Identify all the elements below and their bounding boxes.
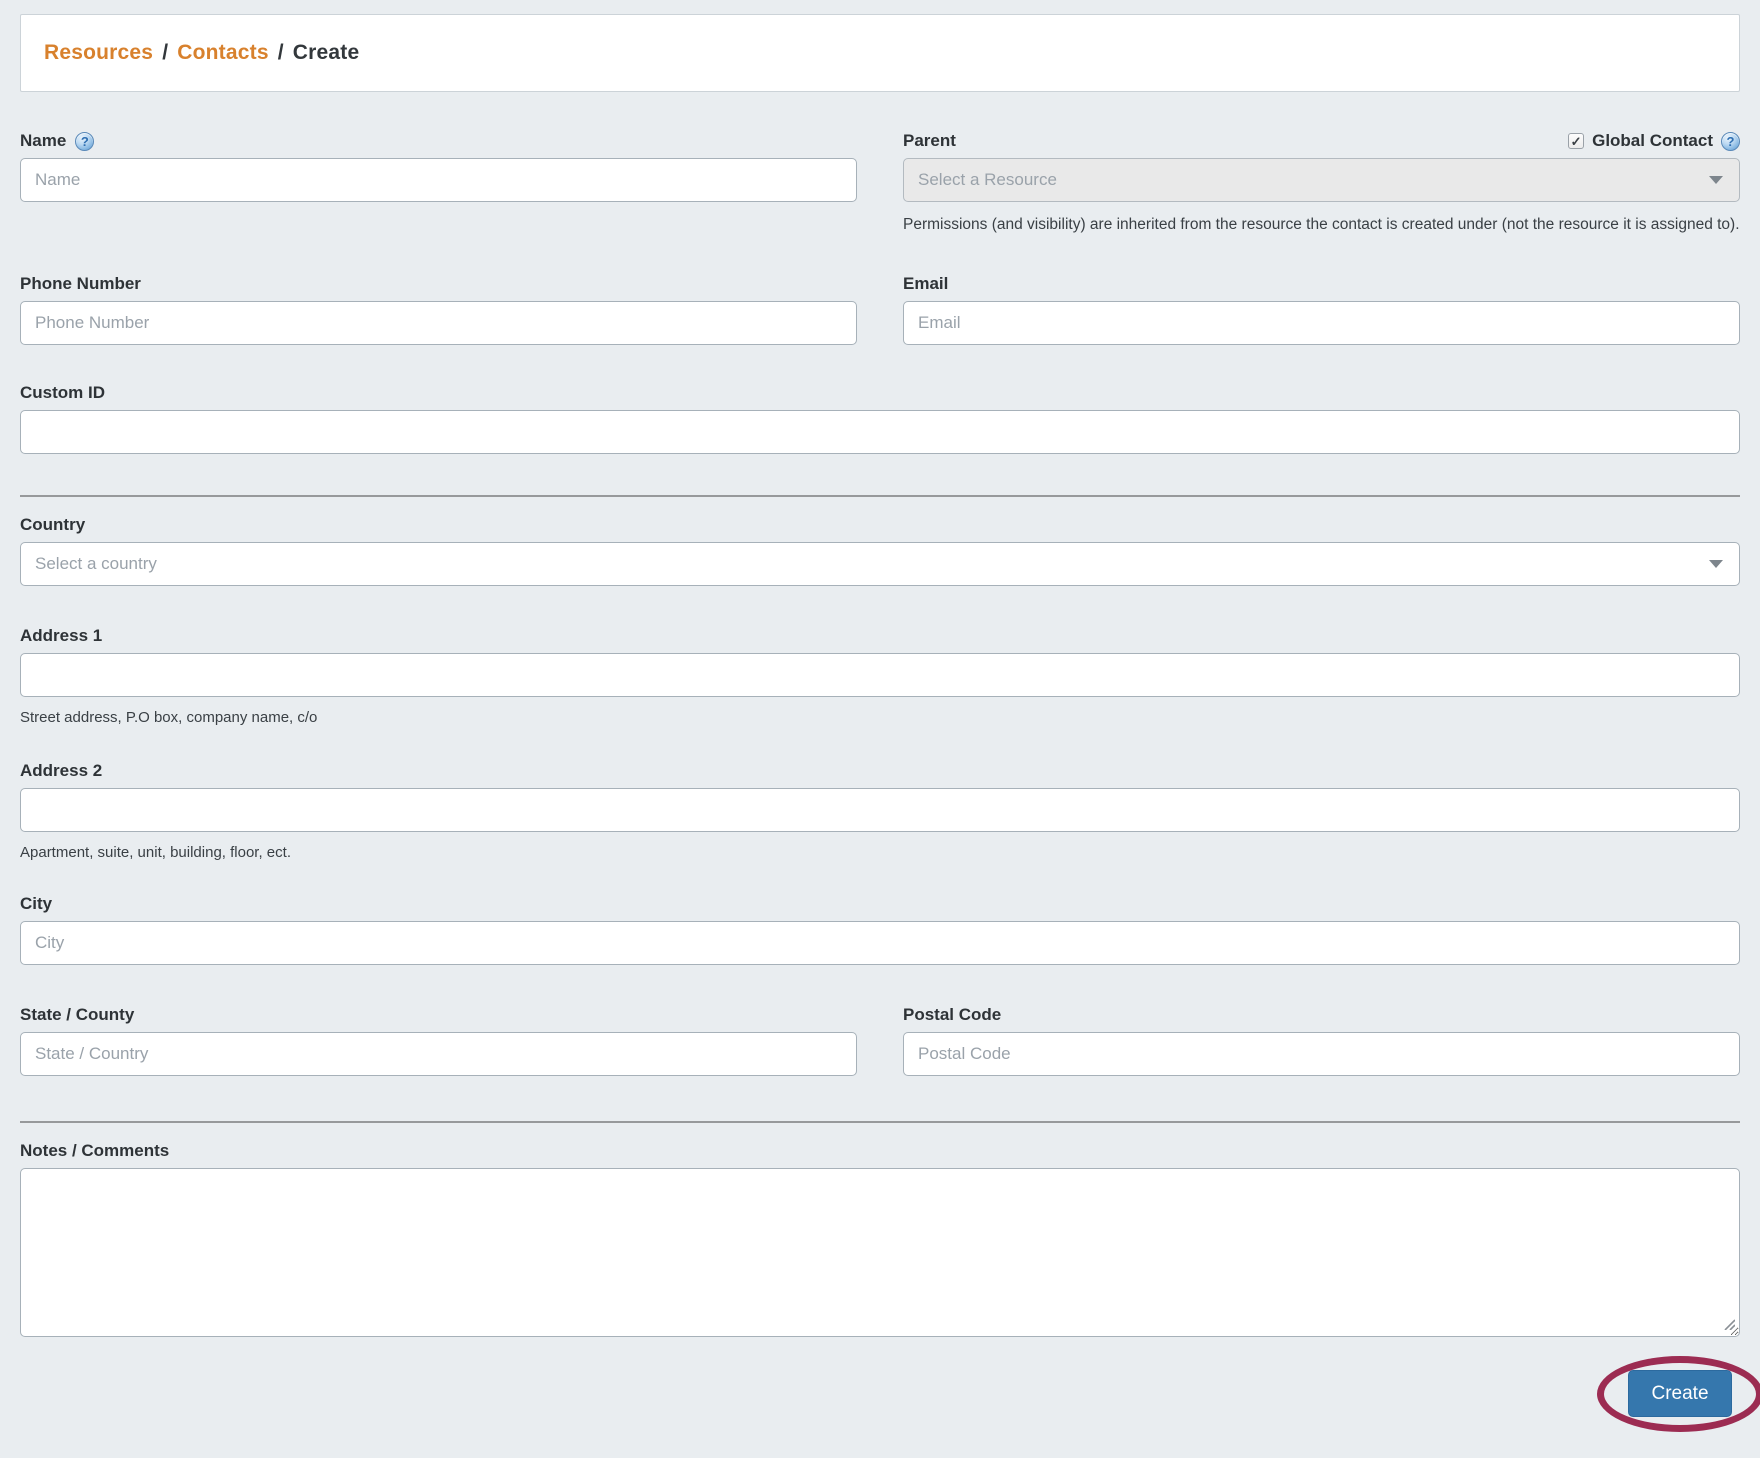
name-label: Name — [20, 131, 67, 150]
address2-helper-text: Apartment, suite, unit, building, floor,… — [20, 844, 291, 861]
help-icon[interactable]: ? — [75, 131, 95, 151]
custom-id-input[interactable] — [20, 410, 1740, 454]
parent-select-value: Select a Resource — [918, 170, 1057, 189]
state-county-label: State / County — [20, 1005, 135, 1024]
country-label: Country — [20, 515, 86, 534]
phone-label: Phone Number — [20, 274, 141, 293]
help-icon[interactable]: ? — [1721, 131, 1740, 151]
chevron-down-icon — [1709, 560, 1723, 568]
address2-label: Address 2 — [20, 761, 103, 780]
breadcrumb-separator: / — [277, 41, 284, 64]
state-county-input[interactable] — [20, 1032, 857, 1076]
breadcrumb: Resources / Contacts / Create — [44, 41, 359, 65]
postal-code-label: Postal Code — [903, 1005, 1002, 1024]
section-divider — [20, 1121, 1740, 1123]
global-contact-checkbox[interactable]: ✓ — [1568, 133, 1585, 149]
address1-input[interactable] — [20, 653, 1740, 697]
custom-id-label: Custom ID — [20, 383, 105, 402]
create-contact-page: Resources / Contacts / Create Name ? Par… — [0, 0, 1760, 1458]
parent-select[interactable]: Select a Resource — [903, 158, 1740, 202]
postal-code-input[interactable] — [903, 1032, 1740, 1076]
city-label: City — [20, 894, 53, 913]
email-label: Email — [903, 274, 949, 293]
chevron-down-icon — [1709, 176, 1723, 184]
country-select-value: Select a country — [35, 554, 157, 573]
city-input[interactable] — [20, 921, 1740, 965]
parent-label: Parent — [903, 131, 956, 150]
notes-comments-label: Notes / Comments — [20, 1141, 170, 1160]
notes-comments-textarea[interactable] — [20, 1168, 1740, 1337]
name-input[interactable] — [20, 158, 857, 202]
breadcrumb-contacts[interactable]: Contacts — [177, 41, 268, 65]
create-button[interactable]: Create — [1628, 1370, 1732, 1417]
global-contact-group: ✓ Global Contact ? — [1568, 131, 1740, 151]
address2-input[interactable] — [20, 788, 1740, 832]
country-select[interactable]: Select a country — [20, 542, 1740, 586]
breadcrumb-create: Create — [292, 41, 360, 64]
global-contact-label: Global Contact — [1592, 131, 1713, 150]
phone-input[interactable] — [20, 301, 857, 345]
parent-permissions-note: Permissions (and visibility) are inherit… — [903, 216, 1740, 233]
breadcrumb-resources[interactable]: Resources — [44, 41, 153, 65]
breadcrumb-panel: Resources / Contacts / Create — [20, 14, 1740, 92]
address1-helper-text: Street address, P.O box, company name, c… — [20, 709, 318, 726]
breadcrumb-separator: / — [162, 41, 169, 64]
address1-label: Address 1 — [20, 626, 103, 645]
section-divider — [20, 495, 1740, 497]
email-input[interactable] — [903, 301, 1740, 345]
